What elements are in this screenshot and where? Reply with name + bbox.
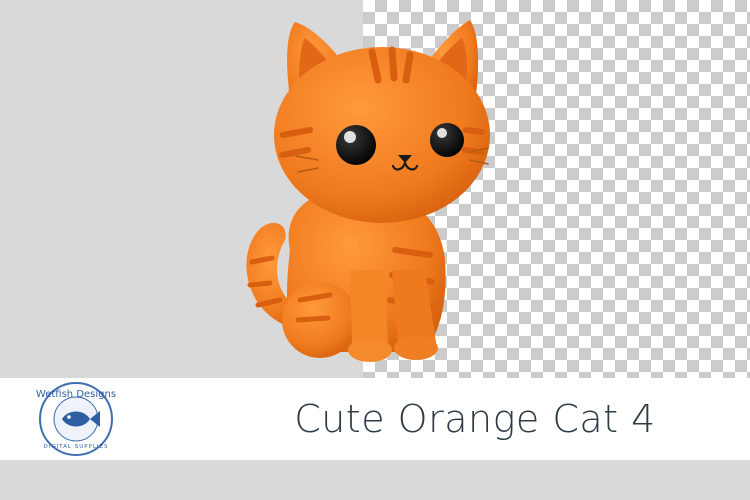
- orange-cat-illustration: [246, 20, 490, 362]
- cat-eye-right: [430, 123, 464, 157]
- bottom-strip: [0, 460, 750, 500]
- logo-brand-text: Wetfish Designs: [36, 389, 116, 400]
- wetfish-designs-logo: Wetfish Designs DIGITAL SUPPLIES: [36, 382, 116, 456]
- cat-eye-left: [336, 125, 376, 165]
- product-title: Cute Orange Cat 4: [294, 397, 656, 441]
- logo-tagline-text: DIGITAL SUPPLIES: [43, 444, 108, 450]
